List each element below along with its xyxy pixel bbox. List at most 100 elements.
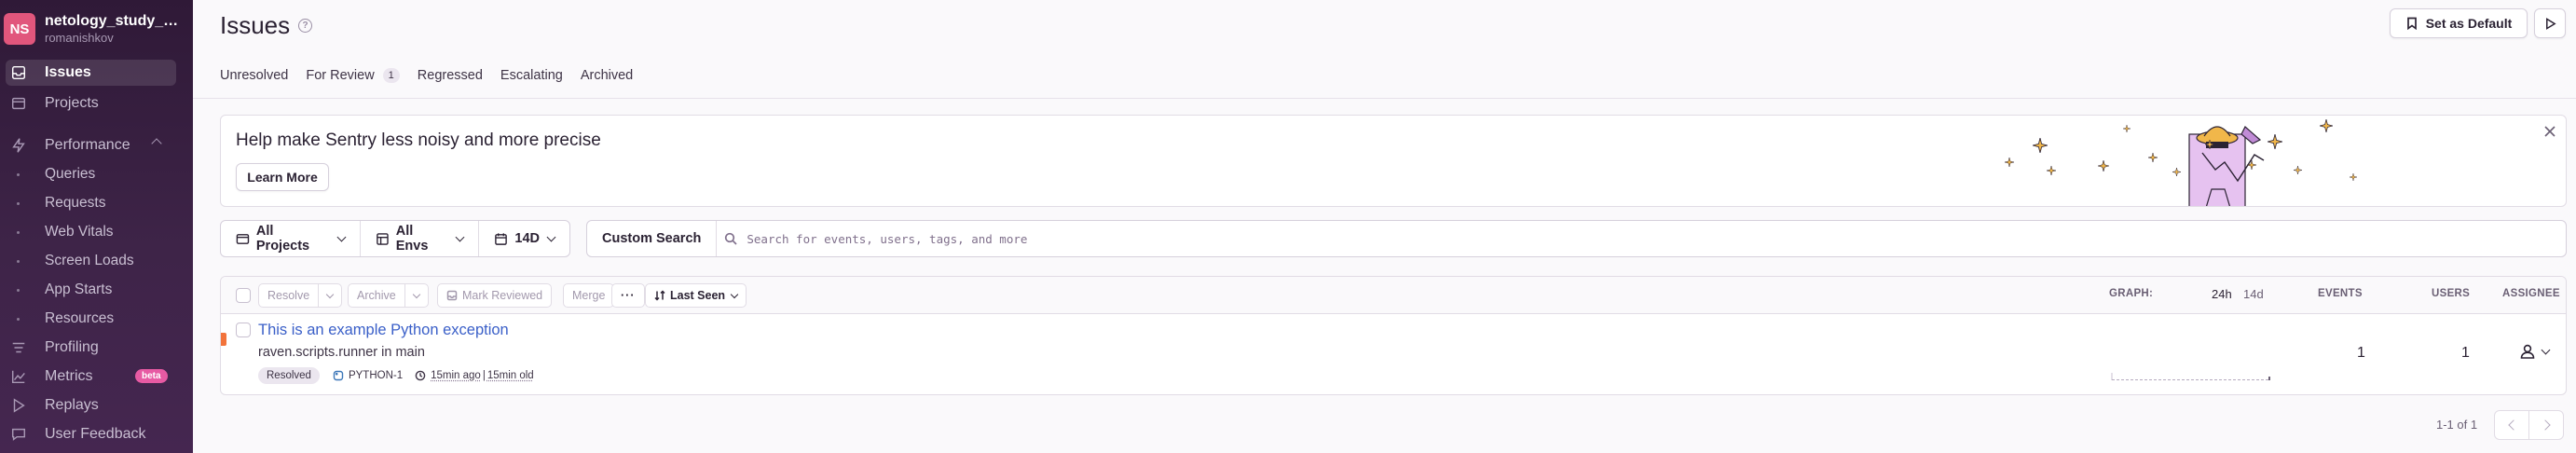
- calendar-icon: [495, 232, 508, 245]
- issue-search: Custom Search: [586, 220, 2567, 257]
- tab-unresolved[interactable]: Unresolved: [220, 65, 288, 86]
- play-icon: [2545, 17, 2556, 30]
- event-graph: [2111, 373, 2270, 380]
- sort-icon: [654, 290, 665, 301]
- sparkle-icon: [2268, 134, 2282, 149]
- close-icon[interactable]: [2543, 125, 2556, 138]
- sidebar-item-metrics[interactable]: Metrics beta: [0, 364, 193, 390]
- sidebar-item-projects[interactable]: Projects: [0, 90, 193, 117]
- sidebar-item-replays[interactable]: Replays: [0, 392, 193, 419]
- archive-button[interactable]: Archive: [349, 284, 405, 307]
- play-button[interactable]: [2534, 8, 2566, 38]
- set-as-default-button[interactable]: Set as Default: [2390, 8, 2528, 38]
- sparkle-icon: [2172, 168, 2181, 176]
- sparkle-icon: [2320, 119, 2333, 132]
- short-id[interactable]: PYTHON-1: [333, 370, 403, 381]
- clock-icon: [415, 370, 426, 381]
- table-row[interactable]: This is an example Python exception rave…: [221, 314, 2566, 394]
- next-page-button[interactable]: [2528, 410, 2564, 440]
- sidebar-item-label: App Starts: [45, 281, 113, 297]
- profiling-icon: [9, 338, 28, 357]
- issues-icon: [446, 290, 458, 301]
- tab-regressed[interactable]: Regressed: [418, 65, 483, 86]
- merge-button[interactable]: Merge: [563, 283, 615, 308]
- sidebar-item-web-vitals[interactable]: Web Vitals: [0, 219, 193, 245]
- project-filter[interactable]: All Projects: [221, 221, 361, 256]
- level-indicator: [221, 333, 226, 346]
- issue-title-link[interactable]: This is an example Python exception: [258, 322, 509, 339]
- chevron-down-icon: [325, 290, 335, 298]
- for-review-count-badge: 1: [382, 68, 400, 83]
- issues-table: Resolve Archive Mark Reviewed Merge ··· …: [220, 276, 2567, 395]
- custom-search-button[interactable]: Custom Search: [587, 221, 718, 256]
- sidebar-item-user-feedback[interactable]: User Feedback: [0, 421, 193, 447]
- environment-filter[interactable]: All Envs: [361, 221, 480, 256]
- performance-icon: [9, 136, 28, 155]
- sidebar-item-label: Screen Loads: [45, 253, 134, 268]
- sidebar-item-label: User Feedback: [45, 426, 146, 442]
- learn-more-button[interactable]: Learn More: [236, 163, 329, 191]
- sparkle-icon: [2005, 158, 2014, 167]
- issue-meta: Resolved PYTHON-1 15min ago | 15min old: [258, 366, 534, 385]
- users-count: 1: [2461, 345, 2470, 361]
- sidebar-item-resources[interactable]: Resources: [0, 306, 193, 332]
- user-feedback-icon: [9, 425, 28, 444]
- archive-button-group: Archive: [348, 283, 429, 308]
- chevron-down-icon: [546, 232, 556, 241]
- meta-separator: |: [482, 370, 486, 381]
- previous-page-button[interactable]: [2494, 410, 2529, 440]
- sparkle-icon: [2205, 140, 2214, 149]
- sidebar-item-issues[interactable]: Issues: [6, 60, 176, 86]
- sparkle-icon: [2098, 160, 2109, 172]
- org-switcher[interactable]: NS netology_study_sentry romanishkov: [4, 7, 190, 50]
- issue-age: 15min old: [486, 370, 534, 381]
- resolve-options-button[interactable]: [319, 284, 341, 307]
- graph-24h-toggle[interactable]: 24h: [2212, 287, 2232, 301]
- help-icon[interactable]: ?: [298, 19, 312, 33]
- noise-banner: Help make Sentry less noisy and more pre…: [220, 115, 2567, 207]
- banner-title: Help make Sentry less noisy and more pre…: [236, 130, 601, 150]
- chevron-down-icon: [730, 290, 739, 298]
- users-column-header[interactable]: Users: [2432, 288, 2470, 299]
- sidebar-item-performance[interactable]: Performance: [0, 132, 193, 158]
- date-range-filter[interactable]: 14D: [479, 221, 569, 256]
- mark-reviewed-button[interactable]: Mark Reviewed: [437, 283, 553, 308]
- projects-icon: [236, 233, 250, 244]
- sparkle-icon: [2294, 166, 2302, 174]
- archive-options-button[interactable]: [405, 284, 428, 307]
- table-header: Resolve Archive Mark Reviewed Merge ··· …: [221, 277, 2566, 314]
- sort-button[interactable]: Last Seen: [645, 283, 747, 308]
- sidebar-item-screen-loads[interactable]: Screen Loads: [0, 248, 193, 274]
- more-actions-button[interactable]: ···: [611, 283, 645, 308]
- page-title: Issues: [220, 11, 291, 39]
- sidebar-item-queries[interactable]: Queries: [0, 161, 193, 187]
- select-all-checkbox[interactable]: [236, 288, 251, 303]
- sidebar-item-profiling[interactable]: Profiling: [0, 335, 193, 361]
- sidebar-item-requests[interactable]: Requests: [0, 190, 193, 216]
- assignee-selector[interactable]: [2519, 343, 2551, 360]
- chevron-down-icon: [455, 232, 465, 241]
- sparkle-icon: [2123, 125, 2131, 132]
- graph-14d-toggle[interactable]: 14d: [2243, 287, 2264, 301]
- beta-badge: beta: [135, 369, 168, 383]
- last-seen: 15min ago | 15min old: [415, 370, 534, 381]
- tab-escalating[interactable]: Escalating: [500, 65, 563, 86]
- sidebar-item-app-starts[interactable]: App Starts: [0, 277, 193, 303]
- sidebar-item-label: Resources: [45, 310, 115, 326]
- metrics-icon: [9, 367, 28, 386]
- tab-archived[interactable]: Archived: [581, 65, 633, 86]
- page-filters: All Projects All Envs 14D: [220, 220, 570, 257]
- resolve-button[interactable]: Resolve: [259, 284, 320, 307]
- tab-for-review[interactable]: For Review 1: [306, 65, 400, 86]
- sparkle-icon: [2033, 138, 2048, 153]
- search-input[interactable]: [737, 222, 2566, 255]
- events-column-header[interactable]: Events: [2318, 288, 2363, 299]
- row-checkbox[interactable]: [236, 323, 251, 337]
- graph-column-header: Graph:: [2109, 288, 2154, 299]
- chevron-up-icon[interactable]: [151, 138, 162, 149]
- projects-icon: [9, 94, 28, 113]
- issues-icon: [9, 63, 28, 82]
- sidebar-item-label: Replays: [45, 397, 99, 413]
- sparkle-icon: [2350, 173, 2357, 181]
- sidebar-item-label: Web Vitals: [45, 224, 114, 240]
